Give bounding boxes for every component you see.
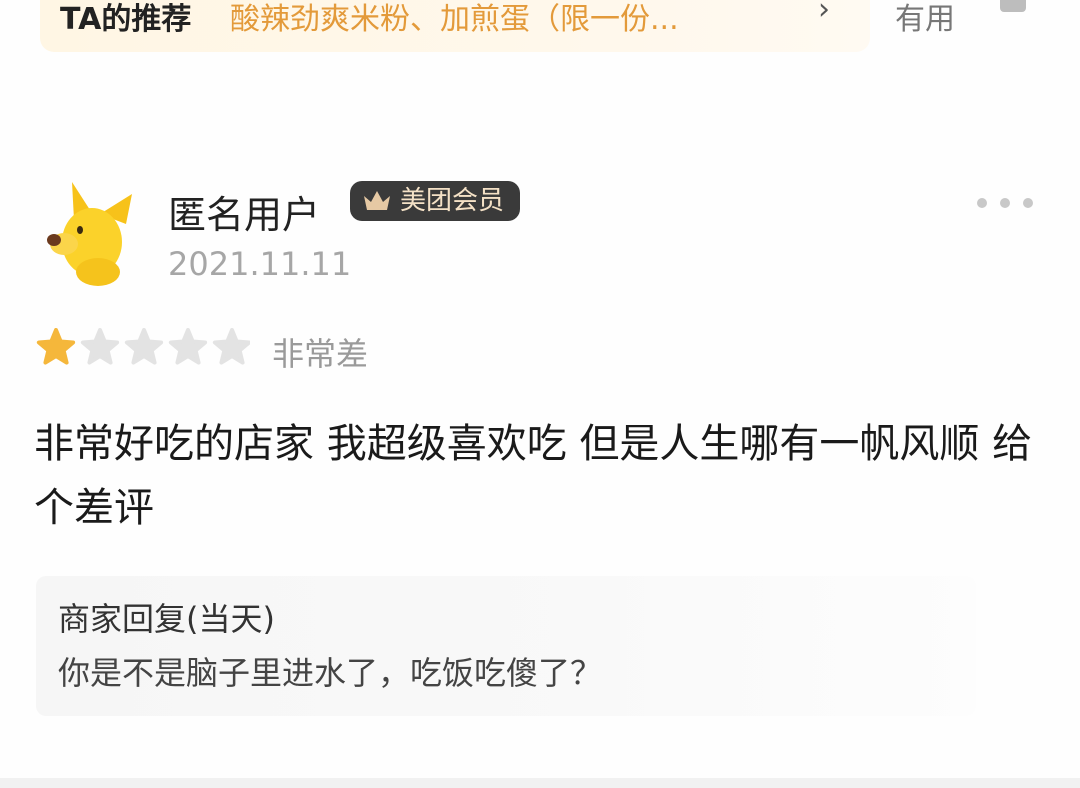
review-date: 2021.11.11 [168,245,352,283]
recommend-dishes: 酸辣劲爽米粉、加煎蛋（限一份... [230,2,679,37]
more-dots-icon[interactable] [970,196,1040,210]
chevron-right-icon: › [818,0,830,27]
helpful-button[interactable]: 有用 [895,0,955,38]
review-page: TA的推荐 酸辣劲爽米粉、加煎蛋（限一份... › 有用 匿名用户 美团会员 2… [0,0,1080,788]
star-filled-icon [36,328,76,365]
star-empty-icon [212,328,250,365]
recommend-bar[interactable]: TA的推荐 酸辣劲爽米粉、加煎蛋（限一份... › [40,0,870,52]
member-badge-label: 美团会员 [400,186,505,216]
review-body: 非常好吃的店家 我超级喜欢吃 但是人生哪有一帆风顺 给个差评 [34,421,1033,531]
yellow-dog-avatar[interactable] [44,180,140,290]
thumbs-up-icon[interactable] [998,0,1028,18]
user-name[interactable]: 匿名用户 [168,184,320,239]
rating-text: 非常差 [272,335,369,373]
merchant-reply: 商家回复(当天) 你是不是脑子里进水了，吃饭吃傻了？ [36,576,976,716]
merchant-reply-title: 商家回复(当天) [58,600,275,638]
star-empty-icon [124,328,164,365]
merchant-reply-text: 你是不是脑子里进水了，吃饭吃傻了？ [58,654,603,692]
crown-icon [364,191,390,210]
member-badge: 美团会员 [350,181,521,221]
star-empty-icon [80,328,120,365]
star-rating [36,328,250,365]
recommend-label: TA的推荐 [60,2,192,37]
star-empty-icon [168,328,208,365]
divider [0,778,1080,788]
